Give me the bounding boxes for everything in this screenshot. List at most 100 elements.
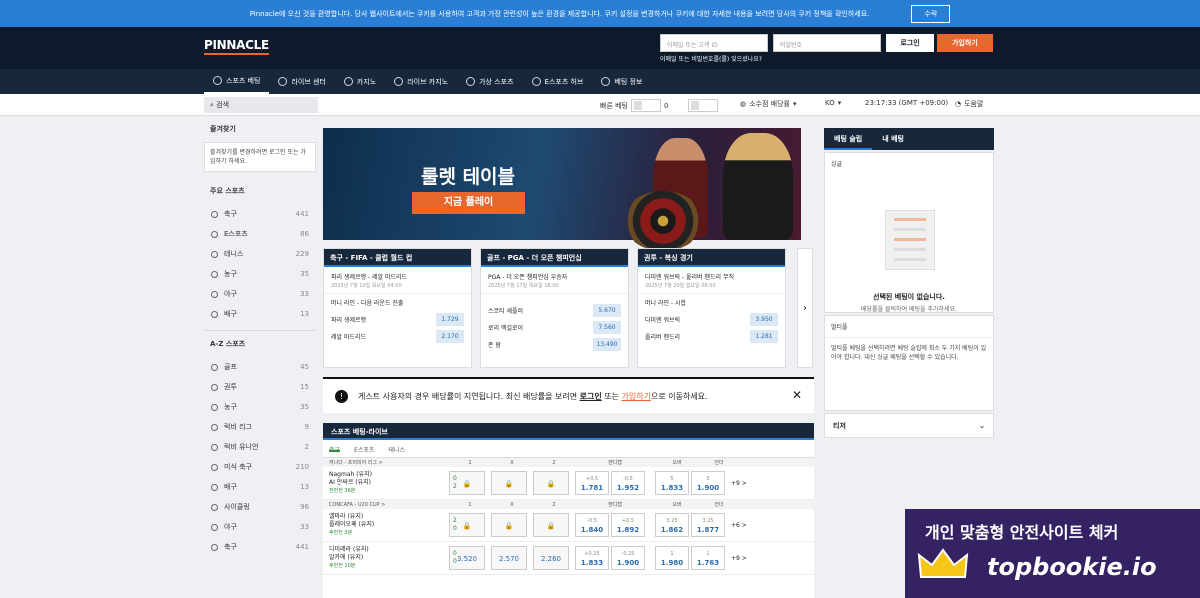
nav-betting-info[interactable]: 베팅 정보 [592,69,651,94]
boxing-icon [211,383,218,391]
login-button[interactable]: 로그인 [886,34,934,52]
odds-button[interactable]: -0.5 1.952 [611,471,645,495]
featured-card[interactable]: 권투 - 복싱 경기 다미엔 워브릭 - 올리버 헨드리 무직 2025년 7월… [637,248,786,368]
odds-button[interactable]: 7.560 [593,321,621,334]
tab-soccer[interactable]: 축구 [329,445,341,454]
card-date: 2025년 7월 10일 목요일 04:00 [331,283,402,289]
odds-button[interactable]: 3.25 1.862 [655,513,689,537]
odds-row[interactable]: 다미엔 워브릭 3.950 [638,311,785,328]
roulette-banner[interactable]: 룰렛 테이블 지금 플레이 [323,128,801,251]
sidebar-item[interactable]: 테니스 229 [204,244,316,264]
match-score: 02 [453,475,457,490]
sidebar-item[interactable]: 농구 35 [204,397,316,417]
live-tabs: 축구 E스포츠 테니스 [323,440,814,458]
tab-my-bets[interactable]: 내 베팅 [872,128,914,150]
odds-button[interactable]: 1 1.980 [655,546,689,570]
odds-button[interactable]: 1 1.763 [691,546,725,570]
quick-bet-toggle[interactable] [631,99,661,112]
help-link[interactable]: ◔ 도움말 [955,99,983,109]
notice-join-link[interactable]: 가입하기 [622,392,651,401]
featured-card[interactable]: 골프 - PGA - 더 오픈 챔피언십 PGA - 더 오픈 챔피언십 우승자… [480,248,629,368]
odds-button[interactable]: +0.5 1.781 [575,471,609,495]
cookie-accept-button[interactable]: 수락 [911,4,951,23]
roulette-wheel-image [623,191,703,251]
sidebar-item[interactable]: 배구 13 [204,304,316,324]
teaser-accordion[interactable]: 티저 ⌄ [824,413,994,438]
league-header[interactable]: 캐나다 - 프리미어 리그 > 1X2 핸디캡 오버 언더 [323,458,814,467]
chevron-right-icon[interactable]: › [797,248,813,368]
odds-button[interactable]: +0.25 1.833 [575,546,609,570]
nav-casino[interactable]: 카지노 [335,69,385,94]
tab-tennis[interactable]: 테니스 [388,445,405,454]
sidebar-item[interactable]: 사이클링 96 [204,497,316,517]
odds-row[interactable]: 로리 맥길로이 7.560 [481,319,628,336]
more-markets-link[interactable]: +6 > [731,522,747,529]
odds-button[interactable]: -0.25 1.900 [611,546,645,570]
email-input[interactable]: 이메일 또는 고객 ID [660,34,768,52]
close-icon[interactable]: ✕ [792,388,802,402]
match-score: 00 [453,550,457,565]
odds-button[interactable]: 5 1.833 [655,471,689,495]
sidebar-item[interactable]: 배구 13 [204,477,316,497]
moon-icon[interactable] [688,99,718,112]
odds-row[interactable]: 파리 생제르맹 1.729 [324,311,471,328]
tab-bet-slip[interactable]: 베팅 슬립 [824,128,873,150]
theme-toggle[interactable] [688,99,718,112]
sidebar-item[interactable]: 축구 441 [204,537,316,557]
sidebar-item[interactable]: 권투 15 [204,377,316,397]
tab-esports[interactable]: E스포츠 [354,445,374,454]
odds-button[interactable]: 5.670 [593,304,621,317]
odds-button[interactable]: 2.260 [533,546,569,570]
cycling-icon [211,503,218,511]
virtual-icon [466,77,476,86]
nav-sports-betting[interactable]: 스포츠 베팅 [204,69,270,94]
pinnacle-logo[interactable]: PINNACLE [204,38,269,55]
sidebar-item[interactable]: 축구 441 [204,204,316,224]
sidebar-item[interactable]: 골프 45 [204,357,316,377]
live-icon [278,77,288,86]
quick-bet[interactable]: 빠른 베팅 0 [600,99,668,112]
nav-virtual-sports[interactable]: 가상 스포츠 [457,69,522,94]
volleyball-icon [211,483,218,491]
sidebar-item[interactable]: 야구 33 [204,517,316,537]
more-markets-link[interactable]: +9 > [731,555,747,562]
odds-button[interactable]: -0.5 1.840 [575,513,609,537]
sidebar-item[interactable]: 럭비 유니언 2 [204,437,316,457]
language-select[interactable]: KO ▾ [825,99,841,107]
odds-button[interactable]: 2.170 [436,330,464,343]
odds-button[interactable]: 1.281 [750,330,778,343]
odds-button[interactable]: 1.729 [436,313,464,326]
sidebar-item[interactable]: E스포츠 86 [204,224,316,244]
join-button[interactable]: 가입하기 [937,34,993,52]
sidebar-item[interactable]: 럭비 리그 9 [204,417,316,437]
notice-login-link[interactable]: 로그인 [580,392,602,401]
odds-button[interactable]: 2.570 [491,546,527,570]
odds-format-select[interactable]: ◍ 소수점 배당률 ▾ [740,99,797,109]
sidebar-item[interactable]: 농구 35 [204,264,316,284]
odds-row[interactable]: 올리버 헨드리 1.281 [638,328,785,345]
search-input[interactable]: ⌕ 검색 [204,97,318,113]
sidebar-item[interactable]: 미식 축구 210 [204,457,316,477]
password-input[interactable]: 비밀번호 [773,34,881,52]
nav-esports-hub[interactable]: E스포츠 허브 [523,69,593,94]
more-markets-link[interactable]: +9 > [731,480,747,487]
odds-button[interactable]: +0.5 1.892 [611,513,645,537]
sports-icon [213,76,222,85]
league-header[interactable]: CONCAFA - U20 CUP > 1X2 핸디캡 오버 언더 [323,500,814,509]
bet-slip: 베팅 슬립 내 베팅 싱글 선택된 베팅이 없습니다. 배당률을 클릭하여 베팅… [824,128,994,438]
odds-row[interactable]: 스코티 셰플러 5.670 [481,302,628,319]
odds-row[interactable]: 레알 마드리드 2.170 [324,328,471,345]
odds-button[interactable]: 3.950 [750,313,778,326]
lock-icon: 🔒 [533,513,569,537]
play-now-button[interactable]: 지금 플레이 [412,192,525,214]
odds-button[interactable]: 3.25 1.877 [691,513,725,537]
nav-live-casino[interactable]: 라이브 카지노 [385,69,457,94]
odds-button[interactable]: 13.490 [593,338,621,351]
odds-button[interactable]: 5 1.900 [691,471,725,495]
nav-live-center[interactable]: 라이브 센터 [269,69,334,94]
sidebar-item[interactable]: 야구 33 [204,284,316,304]
featured-card[interactable]: 축구 - FIFA - 클럽 월드 컵 파리 생제르맹 - 레알 마드리드 20… [323,248,472,368]
ad-brand: topbookie.io [987,553,1157,581]
forgot-password-link[interactable]: 이메일 또는 비밀번호를(를) 잊으셨나요? [660,54,762,63]
odds-row[interactable]: 존 람 13.490 [481,336,628,353]
